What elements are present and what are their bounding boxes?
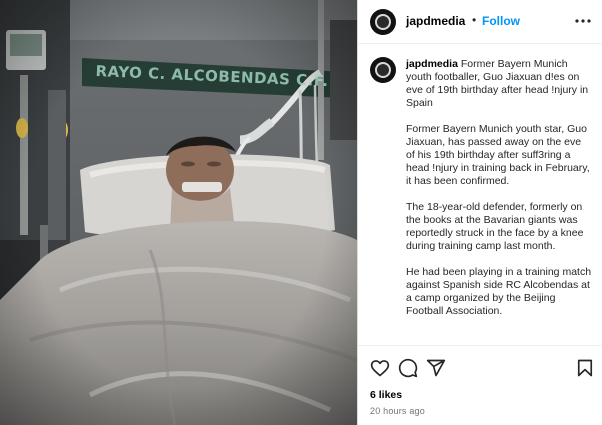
likes-count[interactable]: 6 likes — [370, 389, 402, 401]
comment-icon[interactable] — [398, 358, 418, 378]
action-icons-row — [370, 358, 595, 378]
heart-icon[interactable] — [370, 358, 390, 378]
post-timestamp[interactable]: 20 hours ago — [370, 406, 425, 416]
avatar[interactable] — [370, 9, 396, 35]
more-options-icon[interactable] — [573, 11, 593, 31]
post-actions: 6 likes 20 hours ago — [358, 345, 602, 425]
post-photo[interactable]: RAYO C. ALCOBENDAS C.F. — [0, 0, 357, 425]
caption-section: japdmedia Former Bayern Munich youth foo… — [358, 45, 602, 345]
caption-paragraph-2: The 18-year-old defender, formerly on th… — [406, 201, 584, 252]
caption-paragraph-1: Former Bayern Munich youth star, Guo Jia… — [406, 123, 590, 187]
follow-button[interactable]: Follow — [482, 14, 520, 28]
post-header: japdmedia • Follow — [358, 0, 602, 44]
caption-headline: japdmedia Former Bayern Munich youth foo… — [406, 58, 592, 110]
post-sidebar: japdmedia • Follow japdmedia Former Baye… — [357, 0, 602, 425]
separator-dot: • — [472, 13, 477, 27]
instagram-post: RAYO C. ALCOBENDAS C.F. japdmedia • Foll… — [0, 0, 602, 425]
bookmark-icon[interactable] — [575, 358, 595, 378]
share-icon[interactable] — [426, 358, 446, 378]
username-link[interactable]: japdmedia — [406, 14, 465, 28]
caption-username-link[interactable]: japdmedia — [406, 58, 458, 70]
caption-avatar[interactable] — [370, 57, 396, 83]
caption-text: japdmedia Former Bayern Munich youth foo… — [406, 58, 592, 331]
hospital-photo-illustration — [0, 0, 357, 425]
caption-paragraph-3: He had been playing in a training match … — [406, 266, 592, 317]
